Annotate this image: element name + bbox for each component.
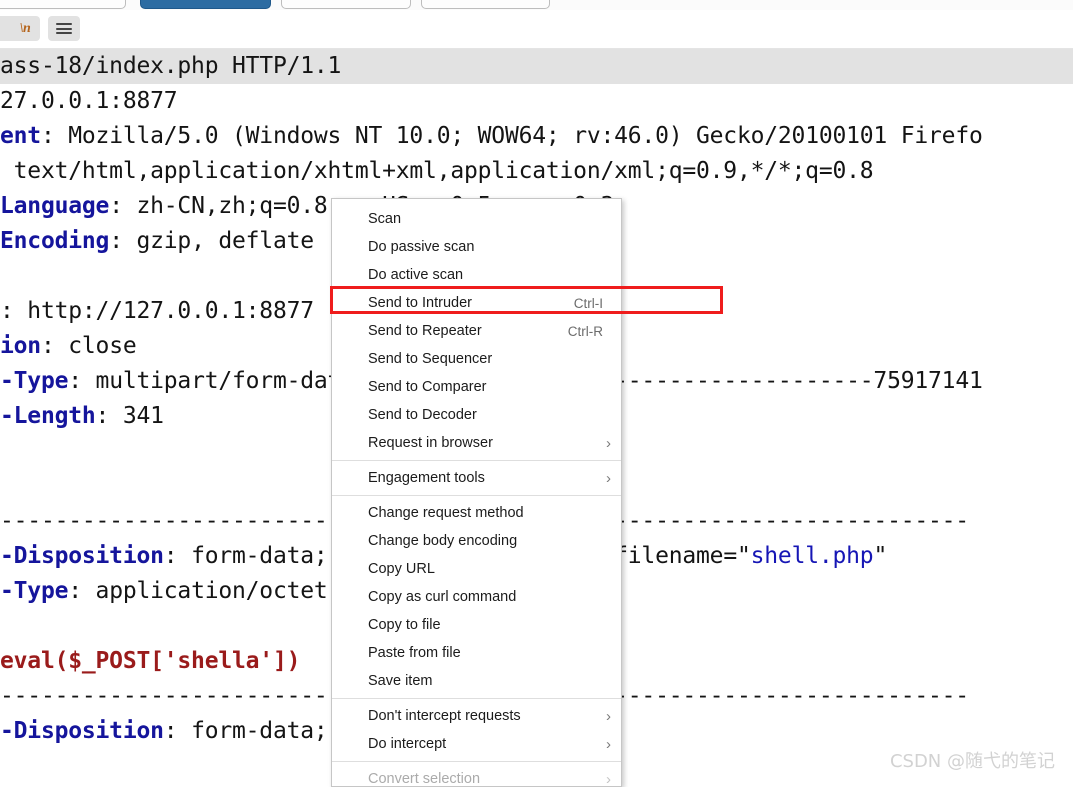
- submenu-chevron-right-icon: ›: [606, 434, 611, 452]
- menu-item-do-active-scan[interactable]: Do active scan: [332, 261, 621, 289]
- newline-toggle-button[interactable]: \n: [10, 16, 40, 41]
- watermark-text: CSDN @随弋的笔记: [889, 751, 1055, 772]
- newline-label: \n: [19, 20, 31, 36]
- submenu-chevron-right-icon: ›: [606, 469, 611, 487]
- menu-item-label: Convert selection: [368, 771, 481, 787]
- menu-item-send-to-intruder[interactable]: Send to Intruder Ctrl-I: [332, 289, 621, 317]
- submenu-chevron-right-icon: ›: [606, 770, 611, 787]
- menu-item-label: Do passive scan: [368, 239, 475, 255]
- menu-item-label: Send to Comparer: [368, 379, 487, 395]
- context-menu[interactable]: Scan Do passive scan Do active scan Send to…: [331, 198, 622, 787]
- menu-item-send-to-comparer[interactable]: Send to Comparer: [332, 373, 621, 401]
- submenu-chevron-right-icon: ›: [606, 735, 611, 753]
- menu-item-convert-selection: Convert selection ›: [332, 765, 621, 787]
- editor-toolbar: \n: [0, 10, 1073, 49]
- request-line: ent: Mozilla/5.0 (Windows NT 10.0; WOW64…: [0, 119, 1073, 154]
- menu-item-label: Send to Repeater: [368, 323, 482, 339]
- menu-item-copy-as-curl-command[interactable]: Copy as curl command: [332, 583, 621, 611]
- request-token: : http://127.0.0.1:8877: [0, 298, 314, 324]
- request-token: ent: [0, 123, 41, 149]
- request-token: shell.php: [750, 543, 874, 569]
- menu-item-shortcut: Ctrl-I: [573, 295, 603, 311]
- menu-item-label: Copy to file: [368, 617, 441, 633]
- request-token: : 341: [95, 403, 164, 429]
- menu-item-send-to-decoder[interactable]: Send to Decoder: [332, 401, 621, 429]
- request-line: text/html,application/xhtml+xml,applicat…: [0, 154, 1073, 189]
- menu-item-shortcut: Ctrl-R: [567, 323, 603, 339]
- request-token: ion: [0, 333, 41, 359]
- tab-4[interactable]: [421, 0, 550, 9]
- menu-separator: [332, 698, 621, 699]
- menu-item-label: Change request method: [368, 505, 524, 521]
- menu-item-label: Send to Sequencer: [368, 351, 493, 367]
- menu-item-label: Copy URL: [368, 561, 435, 577]
- request-line: ass-18/index.php HTTP/1.1: [0, 49, 1073, 84]
- request-token: Encoding: [0, 228, 110, 254]
- menu-separator: [332, 495, 621, 496]
- menu-item-don-t-intercept-requests[interactable]: Don't intercept requests ›: [332, 702, 621, 730]
- menu-item-change-request-method[interactable]: Change request method: [332, 499, 621, 527]
- request-token: text/html,application/xhtml+xml,applicat…: [0, 158, 874, 184]
- request-line: 27.0.0.1:8877: [0, 84, 1073, 119]
- menu-item-do-passive-scan[interactable]: Do passive scan: [332, 233, 621, 261]
- menu-separator: [332, 761, 621, 762]
- menu-item-do-intercept[interactable]: Do intercept ›: [332, 730, 621, 758]
- menu-item-label: Request in browser: [368, 435, 493, 451]
- menu-item-engagement-tools[interactable]: Engagement tools ›: [332, 464, 621, 492]
- menu-item-label: Save item: [368, 673, 433, 689]
- menu-item-send-to-sequencer[interactable]: Send to Sequencer: [332, 345, 621, 373]
- request-token: ": [873, 543, 888, 569]
- request-token: -Length: [0, 403, 96, 429]
- menu-lines-icon: [56, 23, 72, 34]
- request-token: -Type: [0, 578, 69, 604]
- menu-item-label: Don't intercept requests: [368, 708, 521, 724]
- submenu-chevron-right-icon: ›: [606, 707, 611, 725]
- menu-item-label: Send to Intruder: [368, 295, 472, 311]
- request-token: : Mozilla/5.0 (Windows NT 10.0; WOW64; r…: [40, 123, 983, 149]
- menu-item-label: Engagement tools: [368, 470, 485, 486]
- request-token: Language: [0, 193, 110, 219]
- menu-item-label: Do active scan: [368, 267, 464, 283]
- tab-3[interactable]: [281, 0, 411, 9]
- menu-separator: [332, 460, 621, 461]
- menu-item-label: Paste from file: [368, 645, 461, 661]
- request-token: : gzip, deflate: [109, 228, 314, 254]
- menu-item-save-item[interactable]: Save item: [332, 667, 621, 695]
- request-token: 27.0.0.1:8877: [0, 88, 178, 114]
- menu-item-scan[interactable]: Scan: [332, 205, 621, 233]
- tab-2[interactable]: [140, 0, 271, 9]
- request-token: -Type: [0, 368, 69, 394]
- hamburger-menu-icon[interactable]: [48, 16, 80, 41]
- menu-item-label: Send to Decoder: [368, 407, 477, 423]
- menu-item-label: Change body encoding: [368, 533, 518, 549]
- request-token: eval($_POST['shella']): [0, 648, 301, 674]
- request-token: ass-18/index.php HTTP/1.1: [0, 53, 342, 79]
- menu-item-copy-url[interactable]: Copy URL: [332, 555, 621, 583]
- menu-item-paste-from-file[interactable]: Paste from file: [332, 639, 621, 667]
- menu-item-copy-to-file[interactable]: Copy to file: [332, 611, 621, 639]
- menu-item-label: Scan: [368, 211, 402, 227]
- request-token: : close: [40, 333, 137, 359]
- request-token: -Disposition: [0, 543, 164, 569]
- menu-item-send-to-repeater[interactable]: Send to Repeater Ctrl-R: [332, 317, 621, 345]
- menu-item-label: Do intercept: [368, 736, 447, 752]
- request-token: -Disposition: [0, 718, 164, 744]
- menu-item-change-body-encoding[interactable]: Change body encoding: [332, 527, 621, 555]
- menu-item-request-in-browser[interactable]: Request in browser ›: [332, 429, 621, 457]
- tab-1[interactable]: [0, 0, 126, 9]
- menu-item-label: Copy as curl command: [368, 589, 517, 605]
